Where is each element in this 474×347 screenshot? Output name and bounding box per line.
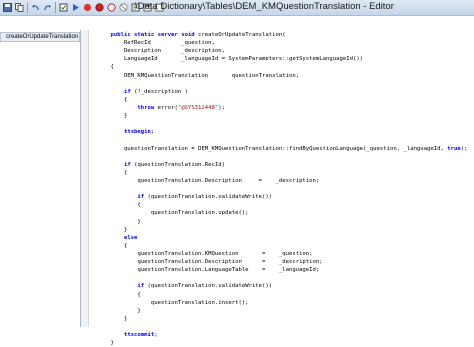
toolbar-separator <box>55 2 56 13</box>
title-bar: \Data Dictionary\Tables\DEM_KMQuestionTr… <box>0 0 474 16</box>
code-line: { <box>97 96 128 103</box>
save-icon[interactable] <box>2 2 13 13</box>
compile-icon[interactable] <box>58 2 69 13</box>
code-line: if (questionTranslation.RecId) <box>123 161 225 168</box>
code-line: if (questionTranslation.validateWrite()) <box>137 283 273 290</box>
clear-breakpoints-icon[interactable] <box>118 2 129 13</box>
code-line: public static server void createOrUpdate… <box>110 32 286 38</box>
code-text[interactable]: public static server void createOrUpdate… <box>97 31 467 347</box>
code-line: questionTranslation.LanguageTable = _lan… <box>97 267 320 274</box>
code-line: questionTranslation.Description = _descr… <box>97 177 320 184</box>
code-line: if (questionTranslation.validateWrite()) <box>137 194 273 201</box>
code-line: ttsbegin; <box>123 129 155 136</box>
code-line: questionTranslation.insert(); <box>97 299 249 306</box>
code-line: } <box>97 218 141 225</box>
code-line: questionTranslation.KMQuestion = _questi… <box>97 250 313 257</box>
copy-icon[interactable] <box>14 2 25 13</box>
code-line: { <box>97 291 141 298</box>
code-line: } <box>97 113 128 120</box>
code-line: else <box>123 234 138 241</box>
code-line: { <box>97 169 128 176</box>
code-line: questionTranslation.Description = _descr… <box>97 259 323 266</box>
redo-icon[interactable] <box>42 2 53 13</box>
breakpoint-icon[interactable] <box>94 2 105 13</box>
code-line: { <box>97 242 128 249</box>
code-line: } <box>97 340 114 347</box>
code-line: questionTranslation.update(); <box>97 210 249 217</box>
method-item-createorupdatetranslation[interactable]: createOrUpdateTranslation <box>0 32 80 42</box>
code-line: if (!_description ) <box>123 88 188 95</box>
toolbar-separator <box>27 2 28 13</box>
run-icon[interactable] <box>70 2 81 13</box>
code-line: } <box>97 315 128 322</box>
method-list-pane: createOrUpdateTranslation <box>0 30 81 327</box>
code-line: } <box>97 307 141 314</box>
editor-gutter[interactable] <box>81 30 89 327</box>
undo-icon[interactable] <box>30 2 41 13</box>
code-line: } <box>97 226 128 233</box>
code-line: { <box>97 202 141 209</box>
code-line: LanguageId _languageId = SystemParameter… <box>97 56 364 63</box>
stop-icon[interactable] <box>82 2 93 13</box>
code-line: { <box>97 64 114 71</box>
toggle-breakpoint-icon[interactable] <box>106 2 117 13</box>
code-line: RefRecId _question, <box>97 40 215 47</box>
code-line: questionTranslation = DEM_KMQuestionTran… <box>97 145 468 152</box>
code-line: Description _description, <box>97 48 225 55</box>
code-editor[interactable]: public static server void createOrUpdate… <box>89 30 474 346</box>
window-title: \Data Dictionary\Tables\DEM_KMQuestionTr… <box>135 1 394 12</box>
code-line: throw error("@SYS312448"); <box>137 104 226 111</box>
code-line: DEM_KMQuestionTranslation questionTransl… <box>97 72 300 79</box>
code-line: ttscommit; <box>123 332 158 339</box>
